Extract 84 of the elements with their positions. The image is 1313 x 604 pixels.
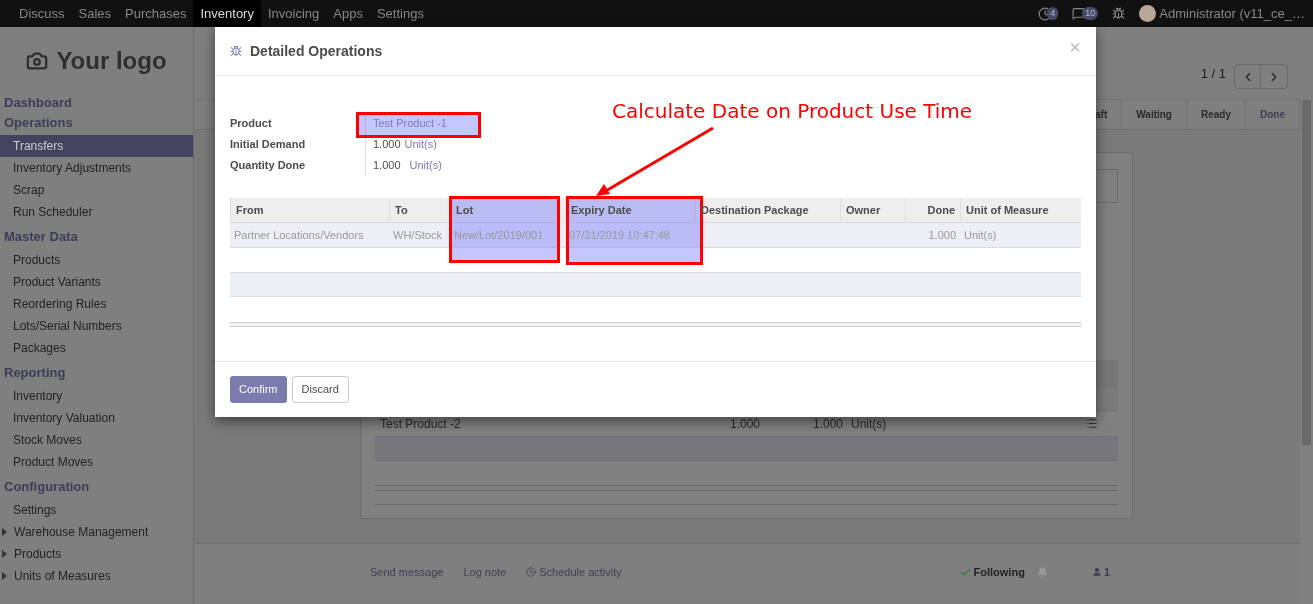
camera-icon bbox=[26, 50, 49, 72]
discard-button[interactable]: Discard bbox=[291, 376, 349, 403]
pager-value: 1 / 1 bbox=[1200, 64, 1226, 83]
activity-count: 4 bbox=[1047, 6, 1059, 21]
chat-icon[interactable] bbox=[1072, 7, 1086, 20]
product-link[interactable]: Test Product -1 bbox=[373, 115, 447, 132]
column-header[interactable]: Owner bbox=[846, 201, 881, 219]
sidebar-item[interactable]: Products bbox=[0, 543, 193, 565]
table-cell-text: New/Lot/2019/001 bbox=[454, 227, 544, 243]
sidebar-item[interactable]: Units of Measures bbox=[0, 565, 193, 587]
field-label: Quantity Done bbox=[230, 158, 307, 174]
user-name[interactable]: Administrator (v11_ce_… bbox=[1159, 3, 1305, 24]
sidebar-item[interactable]: Inventory Adjustments bbox=[0, 157, 193, 179]
field-value: 1.000 bbox=[373, 137, 401, 153]
sidebar-item[interactable]: Warehouse Management bbox=[0, 521, 193, 543]
top-menu-item[interactable]: Invoicing bbox=[260, 0, 327, 27]
sidebar-item[interactable]: Reordering Rules bbox=[0, 293, 193, 315]
table-cell-text: 1.000 bbox=[728, 415, 760, 433]
top-menu-item[interactable]: Apps bbox=[326, 0, 370, 27]
previous-button[interactable] bbox=[1234, 64, 1261, 89]
top-menu-item[interactable]: Discuss bbox=[12, 0, 72, 27]
sidebar-section-title[interactable]: Master Data bbox=[0, 229, 193, 245]
sidebar-item[interactable]: Packages bbox=[0, 337, 193, 359]
sidebar-item[interactable]: Stock Moves bbox=[0, 429, 193, 451]
bug-icon bbox=[230, 45, 242, 57]
table-cell-text: 07/31/2019 10:47:48 bbox=[569, 227, 670, 243]
table-cell-text: Unit(s) bbox=[851, 415, 888, 433]
confirm-button[interactable]: Confirm bbox=[230, 376, 287, 403]
top-menu-item[interactable]: Purchases bbox=[118, 0, 194, 27]
bug-icon[interactable] bbox=[1112, 7, 1126, 20]
column-header[interactable]: Unit of Measure bbox=[966, 201, 1049, 219]
table-cell-text: Test Product -2 bbox=[379, 415, 462, 433]
sidebar-section-title[interactable]: Configuration bbox=[0, 479, 193, 495]
table-cell-text: Unit(s) bbox=[964, 227, 997, 243]
status-step[interactable]: Ready bbox=[1187, 100, 1246, 129]
unit-link[interactable]: Unit(s) bbox=[404, 136, 437, 153]
message-count: 10 bbox=[1082, 6, 1099, 21]
sidebar-item[interactable]: Product Moves bbox=[0, 451, 193, 473]
field-value: 1.000 bbox=[373, 158, 401, 174]
top-menu-item[interactable]: Sales bbox=[71, 0, 119, 27]
table-cell-text: 1.000 bbox=[811, 415, 843, 433]
sidebar-item[interactable]: Scrap bbox=[0, 179, 193, 201]
sidebar-item[interactable]: Products bbox=[0, 249, 193, 271]
column-header[interactable]: To bbox=[395, 201, 408, 219]
caret-icon bbox=[2, 572, 7, 580]
caret-icon bbox=[2, 528, 7, 536]
clock-icon bbox=[526, 567, 537, 577]
annotation-text: Calculate Date on Product Use Time bbox=[612, 98, 973, 125]
top-menu-item[interactable]: Settings bbox=[369, 0, 431, 27]
list-icon[interactable] bbox=[1085, 417, 1098, 430]
sidebar-section-title[interactable]: Operations bbox=[0, 115, 193, 131]
field-label: Initial Demand bbox=[230, 137, 307, 153]
check-icon bbox=[959, 566, 971, 578]
sidebar-item[interactable]: Settings bbox=[0, 499, 193, 521]
send-message-link[interactable]: Send message bbox=[370, 563, 444, 581]
sidebar-section-title[interactable]: Dashboard bbox=[0, 95, 193, 111]
unit-link[interactable]: Unit(s) bbox=[409, 157, 442, 174]
table-cell-text: Partner Locations/Vendors bbox=[234, 227, 364, 243]
followers-button[interactable]: 1 bbox=[1091, 563, 1110, 581]
status-step[interactable]: Waiting bbox=[1122, 100, 1187, 129]
sidebar-item[interactable]: Run Scheduler bbox=[0, 201, 193, 223]
sidebar-item[interactable]: Transfers bbox=[0, 135, 193, 157]
person-icon bbox=[1091, 567, 1102, 577]
top-menu-item[interactable]: Inventory bbox=[193, 0, 261, 27]
following-button[interactable]: Following bbox=[959, 563, 1025, 581]
sidebar-item[interactable]: Inventory Valuation bbox=[0, 407, 193, 429]
avatar[interactable] bbox=[1139, 5, 1157, 22]
field-label: Product bbox=[230, 116, 273, 132]
schedule-activity-link[interactable]: Schedule activity bbox=[526, 563, 622, 581]
table-cell-text: 1.000 bbox=[928, 227, 956, 243]
sidebar-item[interactable]: Product Variants bbox=[0, 271, 193, 293]
caret-icon bbox=[2, 550, 7, 558]
sidebar-item[interactable]: Lots/Serial Numbers bbox=[0, 315, 193, 337]
column-header[interactable]: From bbox=[236, 201, 264, 219]
table-cell-text: WH/Stock bbox=[393, 227, 442, 243]
sidebar-section-title[interactable]: Reporting bbox=[0, 365, 193, 381]
column-header[interactable]: Lot bbox=[456, 201, 474, 219]
sidebar-item[interactable]: Inventory bbox=[0, 385, 193, 407]
log-note-link[interactable]: Log note bbox=[463, 563, 507, 581]
next-button[interactable] bbox=[1261, 64, 1288, 89]
column-header[interactable]: Expiry Date bbox=[571, 201, 632, 219]
column-header[interactable]: Done bbox=[927, 201, 955, 219]
dialog-title: Detailed Operations bbox=[250, 41, 383, 61]
logo-text: Your logo bbox=[56, 46, 167, 76]
